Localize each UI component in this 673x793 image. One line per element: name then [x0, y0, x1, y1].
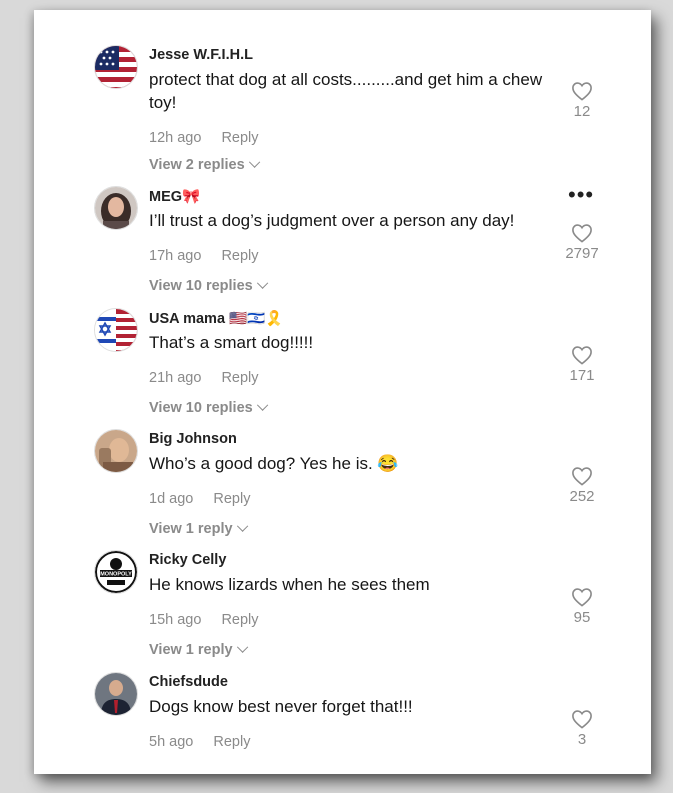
us-flag-icon [95, 46, 137, 88]
like-count: 171 [569, 367, 595, 384]
like-count: 95 [573, 609, 591, 626]
comment-text: Who’s a good dog? Yes he is. 😂 [149, 454, 399, 473]
chevron-down-icon [248, 156, 260, 168]
like-count: 2797 [565, 245, 599, 262]
comment-username[interactable]: Big Johnson [149, 431, 237, 447]
comment-meta: 17h ago Reply [149, 248, 259, 264]
reply-button[interactable]: Reply [221, 612, 258, 628]
view-replies-button[interactable]: View 2 replies [149, 156, 260, 173]
chevron-down-icon [256, 277, 268, 289]
heart-icon [572, 588, 592, 607]
like-count: 252 [569, 488, 595, 505]
comment-meta: 21h ago Reply [149, 370, 259, 386]
comment-time: 15h ago [149, 612, 202, 628]
comment-item: USA mama 🇺🇸🇮🇱🎗️ That’s a smart dog!!!!! … [34, 308, 651, 428]
comment-username[interactable]: USA mama 🇺🇸🇮🇱🎗️ [149, 310, 283, 327]
like-count: 12 [573, 103, 591, 120]
reply-button[interactable]: Reply [213, 734, 250, 750]
comment-text: That’s a smart dog!!!!! [149, 333, 314, 352]
comment-text: protect that dog at all costs.........an… [149, 70, 543, 112]
comment-text: I’ll trust a dog’s judgment over a perso… [149, 211, 515, 230]
comments-panel: Jesse W.F.I.H.L protect that dog at all … [34, 10, 651, 774]
man-suit-photo-icon [95, 673, 137, 715]
heart-icon [572, 82, 592, 101]
comment-meta: 1d ago Reply [149, 491, 250, 507]
like-count: 3 [577, 731, 587, 748]
like-button[interactable]: 12 [564, 81, 600, 120]
monopoly-logo-text: MONOPOLY [100, 572, 132, 578]
view-replies-label: View 1 reply [149, 642, 233, 658]
like-button[interactable]: 171 [564, 345, 600, 384]
avatar[interactable] [94, 186, 138, 230]
view-replies-button[interactable]: View 10 replies [149, 399, 268, 416]
avatar[interactable] [94, 308, 138, 352]
comment-text: He knows lizards when he sees them [149, 575, 430, 594]
comment-username[interactable]: MEG🎀 [149, 188, 200, 205]
heart-icon [572, 224, 592, 243]
avatar[interactable] [94, 429, 138, 473]
comment-item: Big Johnson Who’s a good dog? Yes he is.… [34, 429, 651, 549]
reply-button[interactable]: Reply [213, 491, 250, 507]
avatar[interactable] [94, 672, 138, 716]
comment-meta: 15h ago Reply [149, 612, 259, 628]
like-button[interactable]: 252 [564, 466, 600, 505]
monopoly-logo-icon: MONOPOLY [95, 551, 137, 593]
comment-username[interactable]: Chiefsdude [149, 674, 228, 690]
comment-meta: 12h ago Reply [149, 130, 259, 146]
chevron-down-icon [236, 641, 248, 653]
comment-item: Jesse W.F.I.H.L protect that dog at all … [34, 45, 651, 173]
reply-button[interactable]: Reply [221, 248, 258, 264]
view-replies-button[interactable]: View 1 reply [149, 520, 248, 537]
view-replies-label: View 10 replies [149, 278, 253, 294]
heart-icon [572, 710, 592, 729]
chevron-down-icon [236, 520, 248, 532]
comment-time: 5h ago [149, 734, 194, 750]
comment-item: MONOPOLY Ricky Celly He knows lizards wh… [34, 550, 651, 670]
comment-time: 1d ago [149, 491, 194, 507]
like-button[interactable]: 3 [564, 709, 600, 748]
more-options-button[interactable]: ••• [568, 184, 594, 206]
avatar[interactable]: MONOPOLY [94, 550, 138, 594]
comment-time: 12h ago [149, 130, 202, 146]
person-photo-icon [95, 430, 137, 472]
comment-text: Dogs know best never forget that!!! [149, 697, 413, 716]
reply-button[interactable]: Reply [221, 370, 258, 386]
comment-time: 21h ago [149, 370, 202, 386]
comment-time: 17h ago [149, 248, 202, 264]
view-replies-label: View 2 replies [149, 157, 245, 173]
view-replies-label: View 10 replies [149, 400, 253, 416]
comment-meta: 5h ago Reply [149, 734, 250, 750]
comment-username[interactable]: Jesse W.F.I.H.L [149, 47, 253, 63]
comment-item: Chiefsdude Dogs know best never forget t… [34, 672, 651, 792]
view-replies-button[interactable]: View 1 reply [149, 641, 248, 658]
heart-icon [572, 346, 592, 365]
comment-username[interactable]: Ricky Celly [149, 552, 226, 568]
heart-icon [572, 467, 592, 486]
comment-item: MEG🎀 I’ll trust a dog’s judgment over a … [34, 184, 651, 306]
avatar[interactable] [94, 45, 138, 89]
woman-photo-icon [95, 187, 137, 229]
like-button[interactable]: 95 [564, 587, 600, 626]
view-replies-label: View 1 reply [149, 521, 233, 537]
like-button[interactable]: 2797 [564, 223, 600, 262]
view-replies-button[interactable]: View 10 replies [149, 277, 268, 294]
chevron-down-icon [256, 399, 268, 411]
us-israel-flag-icon [95, 309, 137, 351]
reply-button[interactable]: Reply [221, 130, 258, 146]
